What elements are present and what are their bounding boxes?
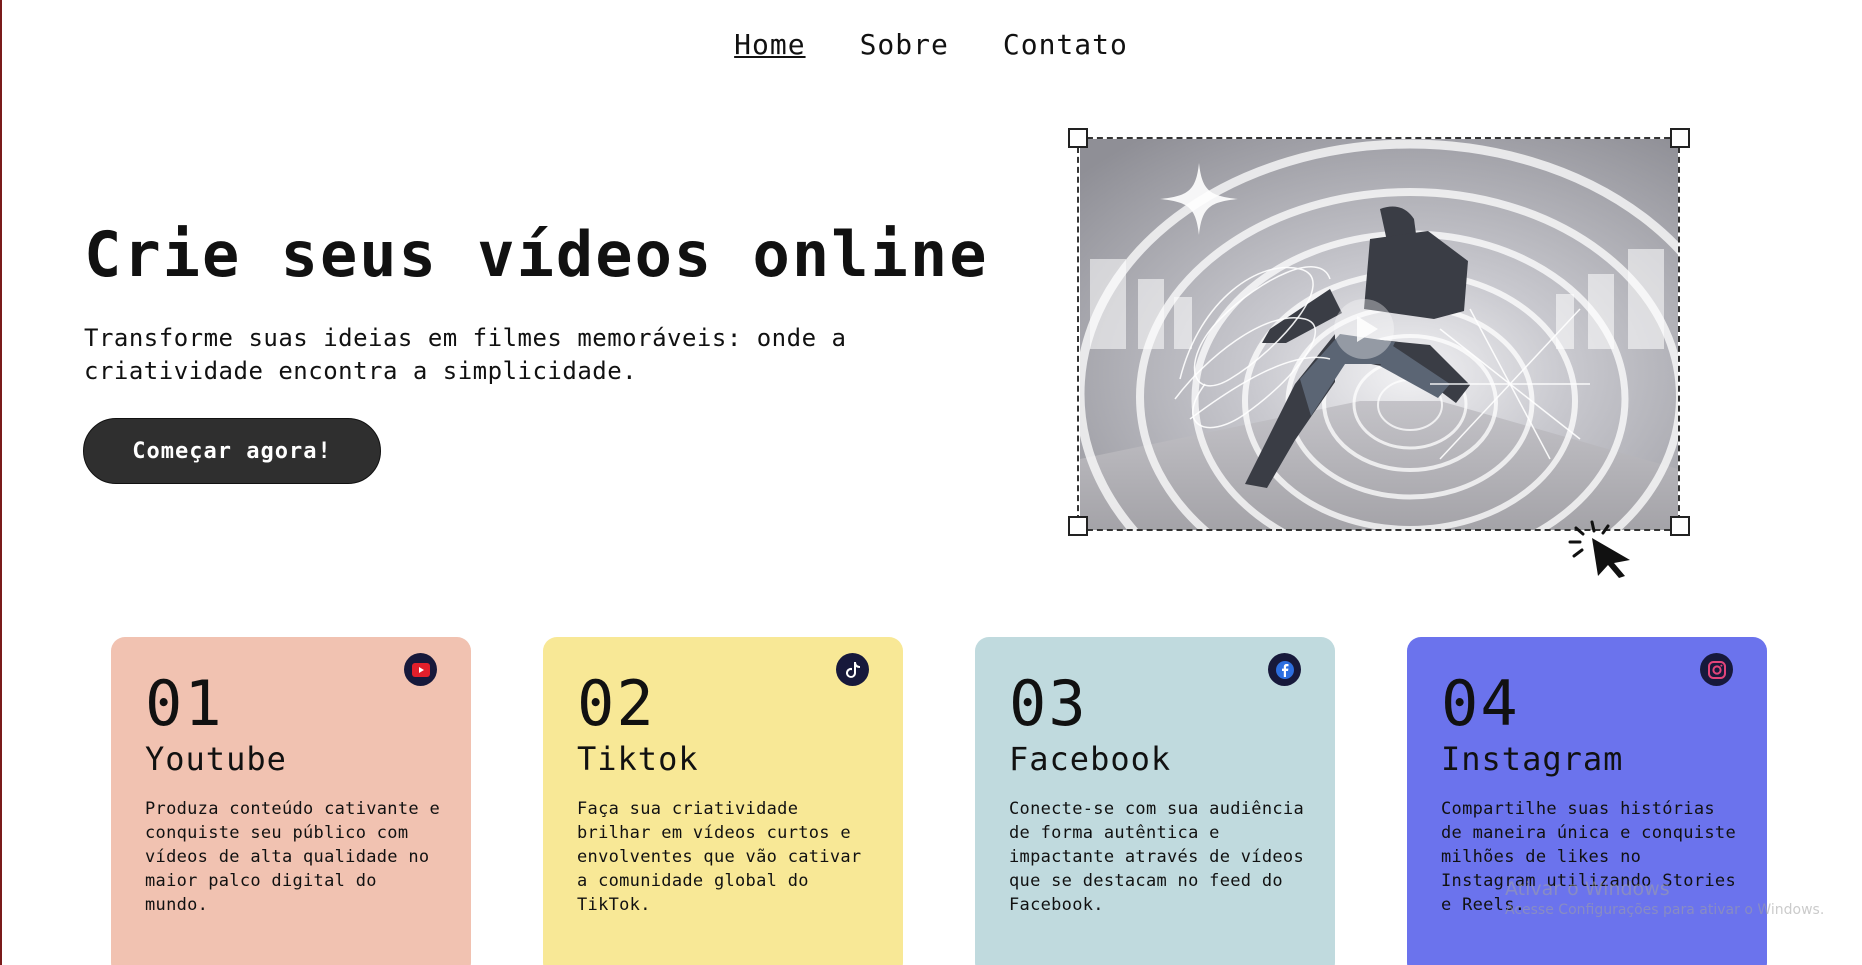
card-title: Facebook <box>1009 740 1172 778</box>
start-now-button[interactable]: Começar agora! <box>83 418 381 484</box>
card-facebook: 03 Facebook Conecte-se com sua audiência… <box>975 637 1335 965</box>
watermark-title: Ativar o Windows <box>1505 878 1670 900</box>
hero-title: Crie seus vídeos online <box>84 218 989 291</box>
resize-handle-bottom-right[interactable] <box>1670 516 1690 536</box>
nav-home[interactable]: Home <box>734 28 805 61</box>
image-selection-frame <box>1077 137 1680 531</box>
nav-contato[interactable]: Contato <box>1003 28 1128 61</box>
watermark-subtitle: Acesse Configurações para ativar o Windo… <box>1505 902 1825 918</box>
window-edge <box>0 0 2 965</box>
card-youtube: 01 Youtube Produza conteúdo cativante e … <box>111 637 471 965</box>
card-tiktok: 02 Tiktok Faça sua criatividade brilhar … <box>543 637 903 965</box>
resize-handle-bottom-left[interactable] <box>1068 516 1088 536</box>
facebook-icon[interactable] <box>1268 653 1301 686</box>
resize-handle-top-left[interactable] <box>1068 128 1088 148</box>
youtube-icon[interactable] <box>404 653 437 686</box>
top-nav: Home Sobre Contato <box>0 28 1862 61</box>
card-title: Youtube <box>145 740 287 778</box>
hero-subtitle: Transforme suas ideias em filmes memoráv… <box>84 324 847 385</box>
resize-handle-top-right[interactable] <box>1670 128 1690 148</box>
instagram-icon[interactable] <box>1700 653 1733 686</box>
card-title: Instagram <box>1441 740 1624 778</box>
card-description: Faça sua criatividade brilhar em vídeos … <box>577 799 862 915</box>
card-number: 01 <box>145 667 224 740</box>
tiktok-icon[interactable] <box>836 653 869 686</box>
cursor-click-icon <box>1568 520 1630 578</box>
windows-activation-watermark: Ativar o Windows Acesse Configurações pa… <box>1505 878 1824 918</box>
nav-sobre[interactable]: Sobre <box>860 28 949 61</box>
card-number: 04 <box>1441 667 1520 740</box>
card-number: 03 <box>1009 667 1088 740</box>
card-description: Produza conteúdo cativante e conquiste s… <box>145 799 440 915</box>
card-description: Conecte-se com sua audiência de forma au… <box>1009 799 1304 915</box>
card-number: 02 <box>577 667 656 740</box>
card-title: Tiktok <box>577 740 699 778</box>
